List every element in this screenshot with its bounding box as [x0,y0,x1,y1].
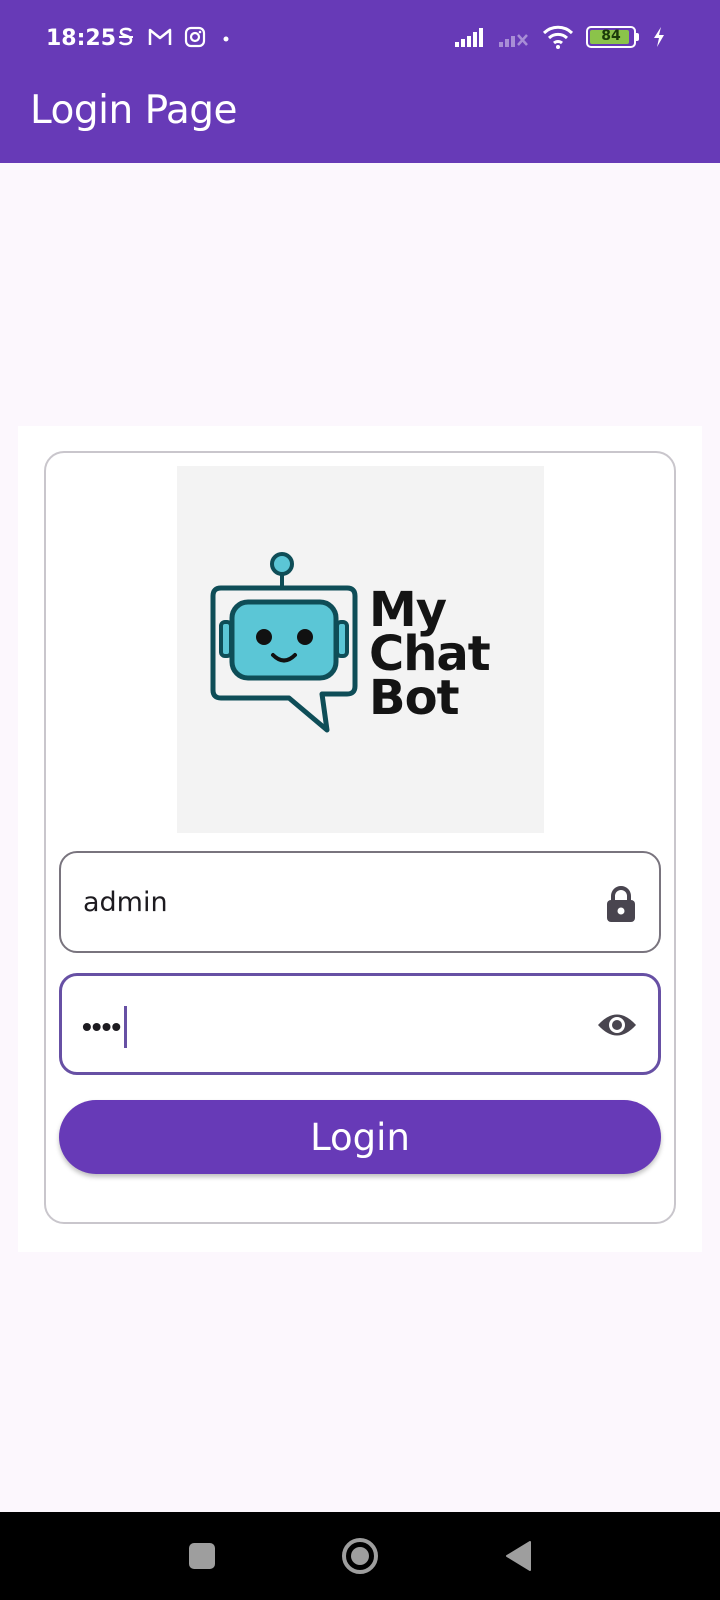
username-field[interactable]: admin [59,851,661,953]
s-app-icon [118,27,133,46]
instagram-icon [184,26,206,48]
page-title: Login Page [30,88,238,133]
battery-icon: 84 [586,26,640,48]
username-value[interactable]: admin [83,887,168,918]
recents-icon [189,1543,215,1569]
status-time: 18:25 [46,26,117,51]
text-cursor [124,1006,128,1048]
home-icon [342,1538,378,1574]
logo: My Chat Bot [177,466,544,833]
logo-text: My Chat Bot [369,586,491,726]
recents-button[interactable] [162,1512,242,1600]
password-masked-value: •••• [82,1011,122,1042]
signal-no-service-icon [499,34,528,47]
gmail-icon [148,28,172,45]
password-input[interactable]: •••• [82,1006,128,1048]
back-icon [506,1541,531,1571]
home-button[interactable] [320,1512,400,1600]
status-notification-icons [116,26,234,48]
app-bar: Login Page [0,82,720,163]
logo-text-line3: Bot [369,670,460,726]
status-bar: 18:25 84 [0,0,720,82]
battery-level: 84 [601,28,621,44]
status-system-icons: 84 [454,24,666,50]
eye-icon[interactable] [596,1010,638,1040]
lock-icon [607,886,635,922]
wifi-icon [542,25,574,49]
dot-icon [223,36,229,42]
signal-icon [455,28,483,47]
login-button[interactable]: Login [59,1100,661,1174]
back-button[interactable] [478,1512,558,1600]
password-field[interactable]: •••• [59,973,661,1075]
charging-icon [654,27,664,47]
navigation-bar [0,1512,720,1600]
